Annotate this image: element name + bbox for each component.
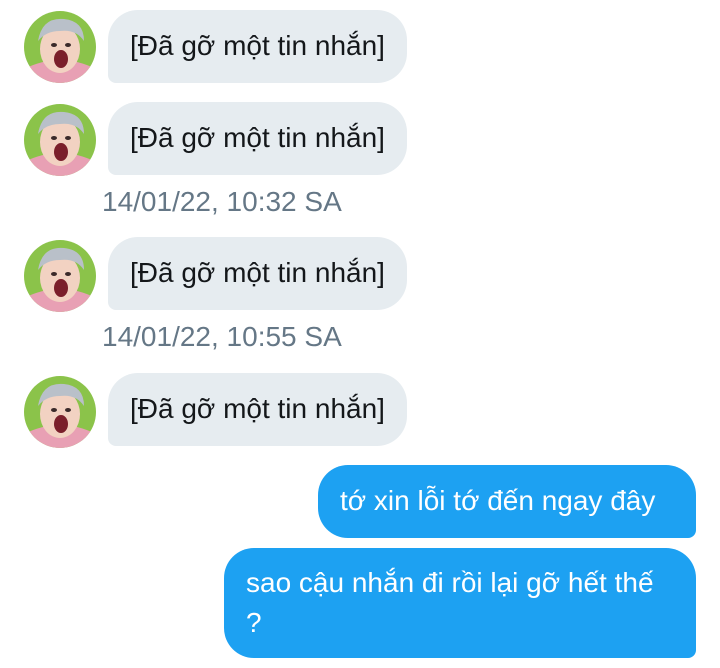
message-text: [Đã gỡ một tin nhắn] — [130, 30, 385, 61]
avatar[interactable] — [24, 376, 96, 448]
avatar[interactable] — [24, 104, 96, 176]
message-timestamp: 14/01/22, 10:55 SA — [102, 321, 342, 352]
avatar-photo — [24, 376, 96, 448]
avatar[interactable] — [24, 240, 96, 312]
incoming-message-bubble[interactable]: [Đã gỡ một tin nhắn] — [108, 373, 407, 446]
outgoing-message-bubble[interactable]: sao cậu nhắn đi rồi lại gỡ hết thế ? — [224, 548, 696, 658]
avatar[interactable] — [24, 11, 96, 83]
avatar-photo — [24, 104, 96, 176]
message-text: sao cậu nhắn đi rồi lại gỡ hết thế ? — [246, 567, 654, 638]
incoming-message-bubble[interactable]: [Đã gỡ một tin nhắn] — [108, 102, 407, 175]
message-timestamp: 14/01/22, 10:32 SA — [102, 186, 342, 217]
message-text: [Đã gỡ một tin nhắn] — [130, 393, 385, 424]
message-text: tớ xin lỗi tớ đến ngay đây — [340, 485, 656, 516]
outgoing-message-bubble[interactable]: tớ xin lỗi tớ đến ngay đây — [318, 465, 696, 538]
message-text: [Đã gỡ một tin nhắn] — [130, 257, 385, 288]
incoming-message-bubble[interactable]: [Đã gỡ một tin nhắn] — [108, 237, 407, 310]
incoming-message-bubble[interactable]: [Đã gỡ một tin nhắn] — [108, 10, 407, 83]
avatar-photo — [24, 11, 96, 83]
avatar-photo — [24, 240, 96, 312]
message-text: [Đã gỡ một tin nhắn] — [130, 122, 385, 153]
